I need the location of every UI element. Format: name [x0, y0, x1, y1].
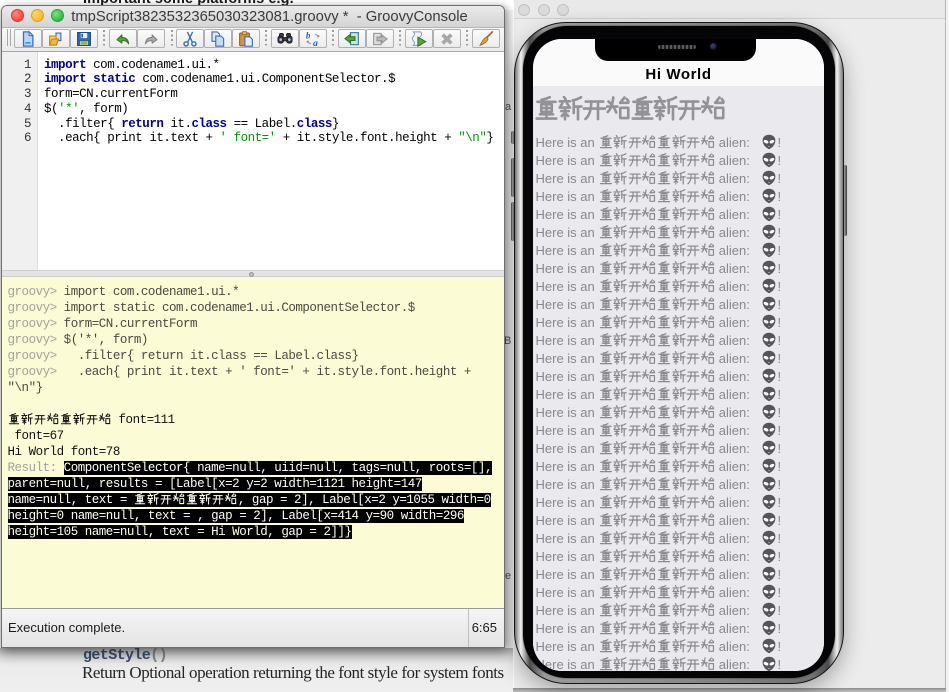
svg-text:a: a — [313, 38, 318, 48]
svg-text:b: b — [306, 30, 311, 40]
